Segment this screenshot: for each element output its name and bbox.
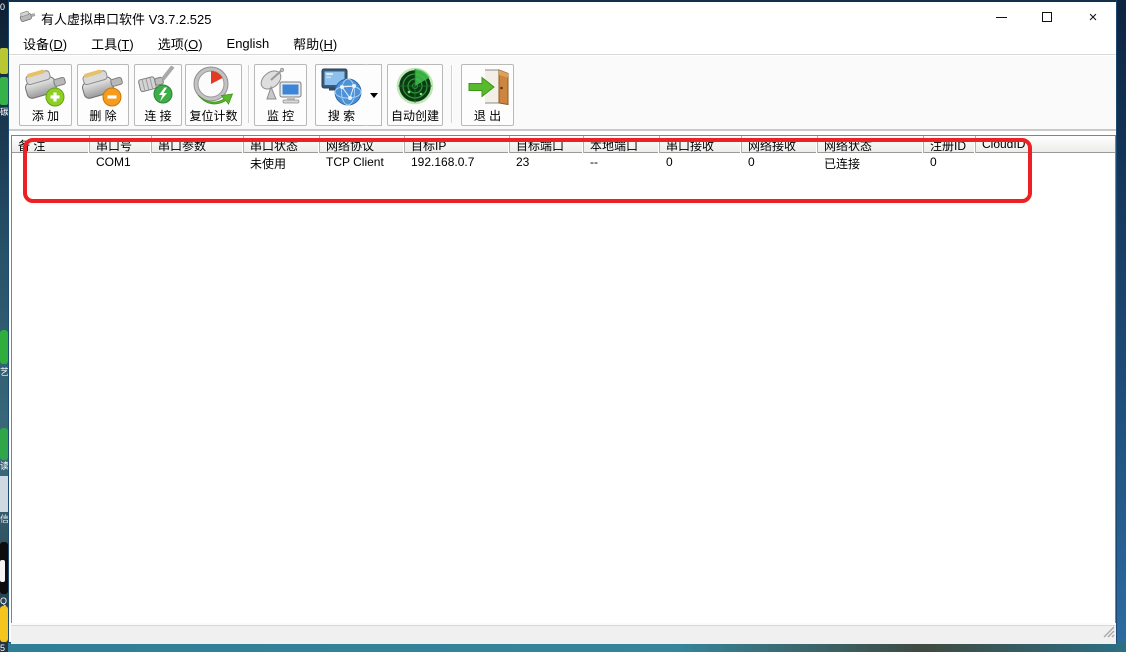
col-net-protocol[interactable]: 网络协议 [320, 136, 405, 153]
cell-com-received: 0 [660, 153, 742, 170]
app-window: 有人虚拟串口软件 V3.7.2.525 × 设备(D) 工具(T) 选项(O) … [8, 0, 1117, 643]
chevron-down-icon [370, 93, 378, 98]
menu-options[interactable]: 选项(O) [150, 32, 211, 55]
auto-create-radar-icon [394, 65, 436, 109]
toolbar-separator [451, 65, 453, 123]
monitor-button[interactable]: 监 控 [254, 64, 307, 126]
col-com-state[interactable]: 串口状态 [244, 136, 320, 153]
cell-register-id: 0 [924, 153, 976, 170]
auto-create-button[interactable]: 自动创建 [387, 64, 443, 126]
port-list-header: 备 注 串口号 串口参数 串口状态 网络协议 目标IP 目标端口 本地端口 串口… [12, 136, 1115, 153]
exit-door-icon [465, 65, 511, 109]
desktop-text-fragment: 0 [0, 2, 8, 12]
toolbar-separator [248, 65, 250, 123]
menu-tools[interactable]: 工具(T) [83, 32, 142, 55]
monitor-satellite-icon [258, 65, 304, 109]
search-button[interactable]: 搜 索 [315, 64, 367, 126]
table-row[interactable]: COM1 未使用 TCP Client 192.168.0.7 23 -- 0 … [12, 153, 1115, 170]
delete-button-label: 删 除 [89, 109, 116, 123]
exit-button[interactable]: 退 出 [461, 64, 514, 126]
col-remark[interactable]: 备 注 [12, 136, 90, 153]
menubar: 设备(D) 工具(T) 选项(O) English 帮助(H) [9, 32, 1116, 54]
menu-help[interactable]: 帮助(H) [285, 32, 345, 55]
col-target-ip[interactable]: 目标IP [405, 136, 510, 153]
monitor-button-label: 监 控 [267, 109, 294, 123]
desktop-icon-fragment [0, 428, 8, 460]
connect-button-label: 连 接 [144, 109, 171, 123]
search-button-label: 搜 索 [328, 109, 355, 123]
maximize-button[interactable] [1024, 2, 1070, 32]
add-button[interactable]: 添 加 [19, 64, 72, 126]
add-button-label: 添 加 [32, 109, 59, 123]
window-title: 有人虚拟串口软件 V3.7.2.525 [41, 9, 212, 28]
toolbar: 添 加 删 除 [9, 54, 1116, 131]
port-list: 备 注 串口号 串口参数 串口状态 网络协议 目标IP 目标端口 本地端口 串口… [11, 135, 1116, 624]
desktop-icon-fragment [0, 330, 8, 364]
reset-counter-icon [191, 65, 237, 109]
close-button[interactable]: × [1070, 2, 1116, 32]
add-serial-icon [23, 65, 69, 109]
minimize-button[interactable] [978, 2, 1024, 32]
desktop-icon-label: 信 [0, 514, 8, 524]
app-connector-icon [19, 9, 36, 29]
auto-create-button-label: 自动创建 [391, 109, 439, 123]
cell-net-received: 0 [742, 153, 818, 170]
col-cloud-id[interactable]: CloudID [976, 136, 1117, 153]
exit-button-label: 退 出 [474, 109, 501, 123]
desktop-icon-label: 5 [0, 643, 8, 652]
delete-button[interactable]: 删 除 [77, 64, 129, 126]
desktop-icon-label: 读 [0, 461, 8, 471]
desktop-icon-label: Q [0, 596, 8, 606]
connect-button[interactable]: 连 接 [134, 64, 182, 126]
desktop-icon-fragment [0, 48, 8, 74]
desktop-icon-fragment [0, 77, 8, 105]
desktop-icon-fragment [0, 606, 8, 642]
resize-grip[interactable] [1101, 624, 1115, 643]
col-net-state[interactable]: 网络状态 [818, 136, 924, 153]
cell-com-state: 未使用 [244, 153, 320, 170]
reset-counter-button[interactable]: 复位计数 [185, 64, 242, 126]
cell-target-ip: 192.168.0.7 [405, 153, 510, 170]
titlebar[interactable]: 有人虚拟串口软件 V3.7.2.525 × [9, 2, 1116, 32]
col-com-params[interactable]: 串口参数 [152, 136, 244, 153]
search-network-icon [320, 65, 364, 109]
col-net-received[interactable]: 网络接收 [742, 136, 818, 153]
col-target-port[interactable]: 目标端口 [510, 136, 584, 153]
search-dropdown-button[interactable] [367, 64, 382, 126]
menu-device[interactable]: 设备(D) [15, 32, 75, 55]
cell-remark [12, 153, 90, 170]
col-com-received[interactable]: 串口接收 [660, 136, 742, 153]
col-register-id[interactable]: 注册ID [924, 136, 976, 153]
desktop-left-strip: 0 碳 艺 读 信 Q 5 [0, 0, 8, 652]
minimize-icon [996, 17, 1007, 18]
col-local-port[interactable]: 本地端口 [584, 136, 660, 153]
cell-local-port: -- [584, 153, 660, 170]
desktop-icon-label: 艺 [0, 367, 8, 377]
cell-net-protocol: TCP Client [320, 153, 405, 170]
status-bar [11, 625, 1116, 644]
cell-net-state: 已连接 [818, 153, 924, 170]
cell-com-port: COM1 [90, 153, 152, 170]
maximize-icon [1042, 12, 1052, 22]
cell-com-params [152, 153, 244, 170]
desktop-icon-label: 碳 [0, 107, 8, 117]
desktop-icon-fragment [0, 476, 8, 512]
reset-counter-button-label: 复位计数 [189, 109, 237, 123]
menu-english[interactable]: English [219, 34, 278, 53]
cell-target-port: 23 [510, 153, 584, 170]
delete-serial-icon [80, 65, 126, 109]
connect-plug-icon [136, 65, 180, 109]
desktop-icon-fragment-qq [0, 542, 8, 594]
cell-cloud-id [976, 153, 1117, 170]
col-com-port[interactable]: 串口号 [90, 136, 152, 153]
close-icon: × [1089, 10, 1098, 25]
